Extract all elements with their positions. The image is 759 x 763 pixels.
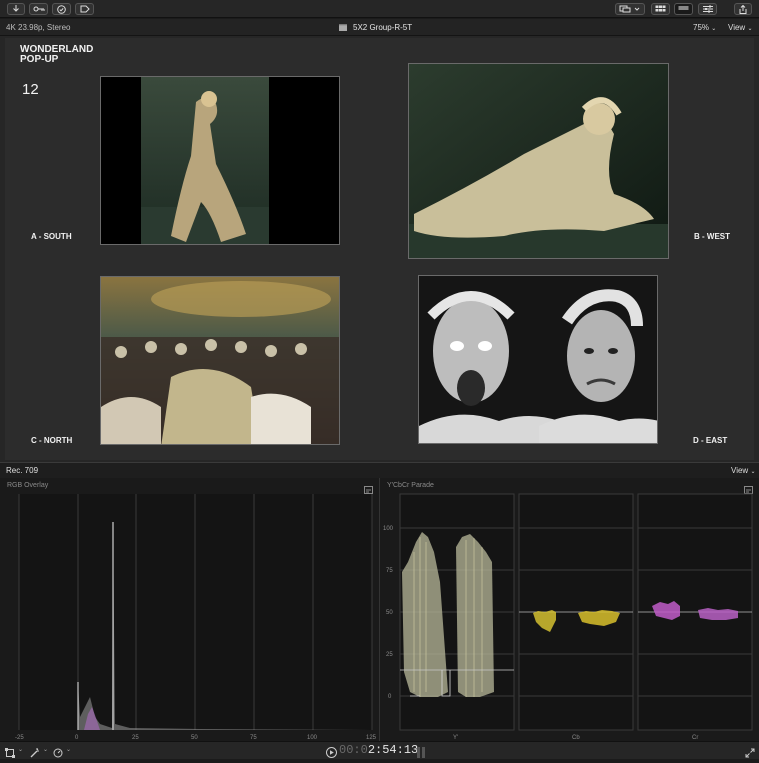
- format-label: 4K 23.98p, Stereo: [6, 23, 71, 32]
- number-label: 12: [22, 81, 39, 98]
- rgb-overlay-histogram: -25 0 25 50 75 100 125: [15, 494, 377, 741]
- timecode-dim: 00:0: [339, 743, 368, 757]
- transform-icon[interactable]: [5, 745, 15, 758]
- audio-meter-icon: [416, 745, 426, 758]
- title-line-2: POP-UP: [20, 54, 59, 65]
- scopes-view-label: View: [731, 466, 749, 475]
- clip-appearance-icon[interactable]: [615, 3, 645, 15]
- download-icon[interactable]: [7, 3, 25, 15]
- speedometer-icon[interactable]: [53, 745, 63, 758]
- video-scopes: RGB Overlay -25 0 25 50 75 100 125 Y'CbC…: [0, 478, 759, 742]
- clip-name: 5X2 Group-R-5T: [353, 23, 413, 32]
- video-frame: WONDERLAND POP-UP 12 A - SOUTH B - WEST …: [5, 38, 754, 460]
- checkmark-icon[interactable]: [52, 3, 71, 15]
- photo-west: [408, 63, 669, 259]
- quadrant-label-north: C - NORTH: [31, 436, 73, 445]
- timecode-display[interactable]: 00:02:54:13: [339, 743, 418, 757]
- photo-east: [418, 275, 658, 444]
- ycbcr-parade: 0 25 50 75 100 Y' Cb Cr: [383, 493, 753, 741]
- chevron-down-icon[interactable]: ⌄: [66, 746, 71, 753]
- viewer-info-bar: 4K 23.98p, Stereo 5X2 Group-R-5T 75% ⌄ V…: [0, 19, 759, 36]
- color-space-label: Rec. 709: [6, 466, 39, 475]
- playback-bar: ⌄ ⌄ ⌄ 00:02:54:13: [0, 741, 759, 759]
- tag-icon[interactable]: [75, 3, 94, 15]
- y-tick-label: 0: [388, 694, 392, 700]
- key-icon[interactable]: [29, 3, 48, 15]
- zoom-value: 75%: [693, 23, 710, 32]
- filmstrip-icon[interactable]: [674, 3, 693, 15]
- share-icon[interactable]: [734, 3, 752, 15]
- quadrant-label-south: A - SOUTH: [31, 232, 72, 241]
- timecode-value: 2:54:13: [367, 743, 419, 757]
- top-toolbar: [0, 0, 759, 18]
- play-icon[interactable]: [326, 745, 337, 758]
- grid-layout-icon[interactable]: [651, 3, 670, 15]
- photo-south: [100, 76, 340, 245]
- parade-title: Y'CbCr Parade: [387, 482, 434, 489]
- scopes-header: Rec. 709 View ⌄: [0, 462, 759, 478]
- scope-settings-icon[interactable]: [744, 481, 753, 494]
- clapper-icon: [339, 24, 347, 31]
- chevron-down-icon: ⌄: [711, 26, 717, 32]
- chevron-down-icon[interactable]: ⌄: [43, 746, 48, 753]
- chevron-down-icon: ⌄: [747, 26, 753, 32]
- video-viewer[interactable]: WONDERLAND POP-UP 12 A - SOUTH B - WEST …: [0, 36, 759, 462]
- fullscreen-icon[interactable]: [745, 745, 755, 758]
- adjustments-icon[interactable]: [698, 3, 717, 15]
- chevron-down-icon: ⌄: [750, 469, 756, 475]
- view-menu-label: View: [728, 23, 746, 32]
- photo-north: [100, 276, 340, 445]
- magic-wand-icon[interactable]: [30, 745, 40, 758]
- quadrant-label-east: D - EAST: [693, 436, 728, 445]
- rgb-overlay-title: RGB Overlay: [7, 482, 49, 489]
- y-tick-label: 25: [386, 652, 393, 658]
- y-tick-label: 50: [386, 610, 393, 616]
- quadrant-label-west: B - WEST: [694, 232, 730, 241]
- chevron-down-icon[interactable]: ⌄: [18, 746, 23, 753]
- scope-settings-icon[interactable]: [364, 481, 373, 494]
- y-tick-label: 100: [383, 526, 394, 532]
- y-tick-label: 75: [386, 568, 393, 574]
